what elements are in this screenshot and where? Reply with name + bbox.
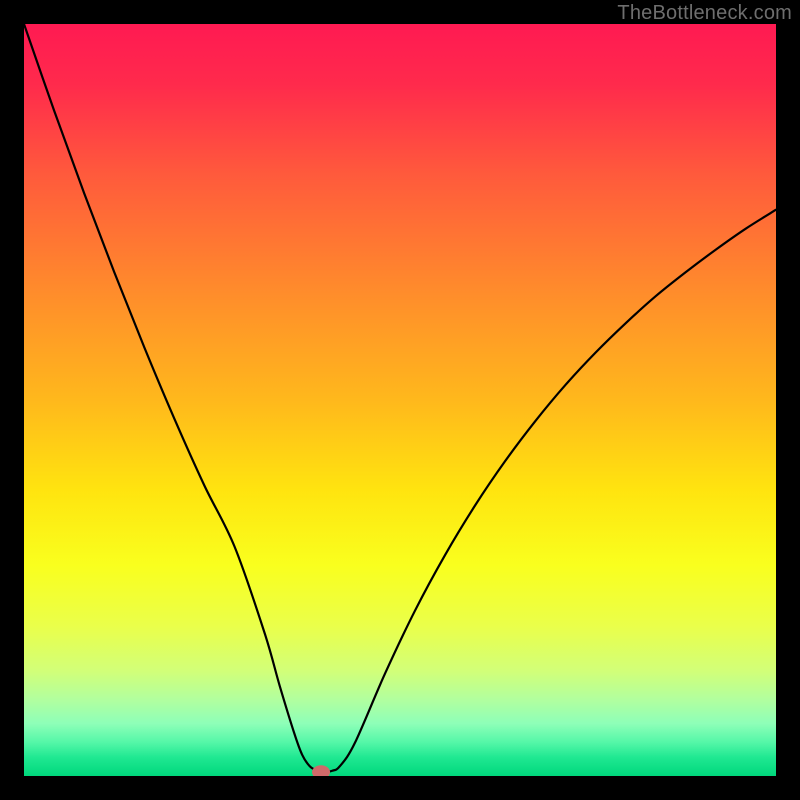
watermark-text: TheBottleneck.com <box>617 2 792 25</box>
chart-stage: TheBottleneck.com <box>0 0 800 800</box>
bottleneck-curve <box>24 24 776 772</box>
plot-area <box>24 24 776 776</box>
curve-layer <box>24 24 776 776</box>
minimum-marker <box>312 765 330 776</box>
